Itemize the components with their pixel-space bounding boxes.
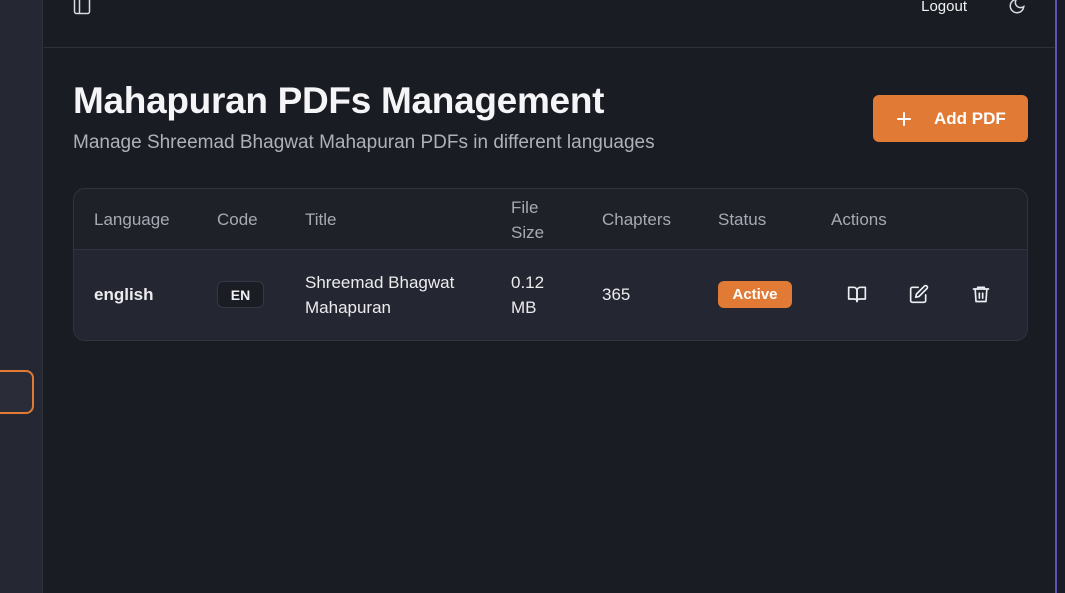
cell-language: english [94, 285, 154, 304]
sidebar-item-active[interactable] [0, 370, 34, 414]
cell-title-line1: Shreemad Bhagwat [305, 273, 455, 292]
trash-icon[interactable] [970, 283, 992, 305]
page-title: Mahapuran PDFs Management [73, 80, 605, 121]
edit-icon[interactable] [908, 283, 930, 305]
language-code-badge: EN [217, 281, 264, 308]
cell-file-size-unit: MB [511, 298, 537, 317]
cell-chapters: 365 [602, 285, 631, 304]
cell-title-line2: Mahapuran [305, 298, 392, 317]
table-row: english EN Shreemad Bhagwat Mahapuran 0.… [74, 250, 1027, 340]
page-subtitle: Manage Shreemad Bhagwat Mahapuran PDFs i… [73, 132, 655, 153]
column-header-code: Code [217, 210, 258, 229]
top-bar: Logout [44, 0, 1055, 48]
cell-file-size-value: 0.12 [511, 273, 545, 292]
sidebar-toggle-icon[interactable] [72, 0, 92, 16]
status-badge: Active [718, 281, 792, 308]
column-header-title: Title [305, 210, 337, 229]
cell-file-size: 0.12 MB [511, 270, 544, 320]
table-header: Language Code Title File Size Chapters S… [74, 189, 1027, 250]
add-pdf-button[interactable]: Add PDF [873, 95, 1028, 142]
pdf-table: Language Code Title File Size Chapters S… [73, 188, 1028, 341]
column-header-status: Status [718, 210, 767, 229]
column-header-chapters: Chapters [602, 210, 671, 229]
moon-icon[interactable] [1007, 0, 1027, 16]
add-pdf-label: Add PDF [934, 108, 1006, 128]
logout-button[interactable]: Logout [921, 0, 967, 15]
column-header-actions: Actions [831, 210, 887, 229]
plus-icon [895, 110, 913, 128]
column-header-file-size: File Size [511, 195, 544, 245]
window-edge-divider [1055, 0, 1057, 593]
column-header-file-size-line1: File [511, 198, 539, 217]
column-header-language: Language [94, 210, 170, 229]
cell-title: Shreemad Bhagwat Mahapuran [305, 270, 454, 320]
book-open-icon[interactable] [846, 283, 868, 305]
column-header-file-size-line2: Size [511, 223, 545, 242]
sidebar [0, 0, 43, 593]
